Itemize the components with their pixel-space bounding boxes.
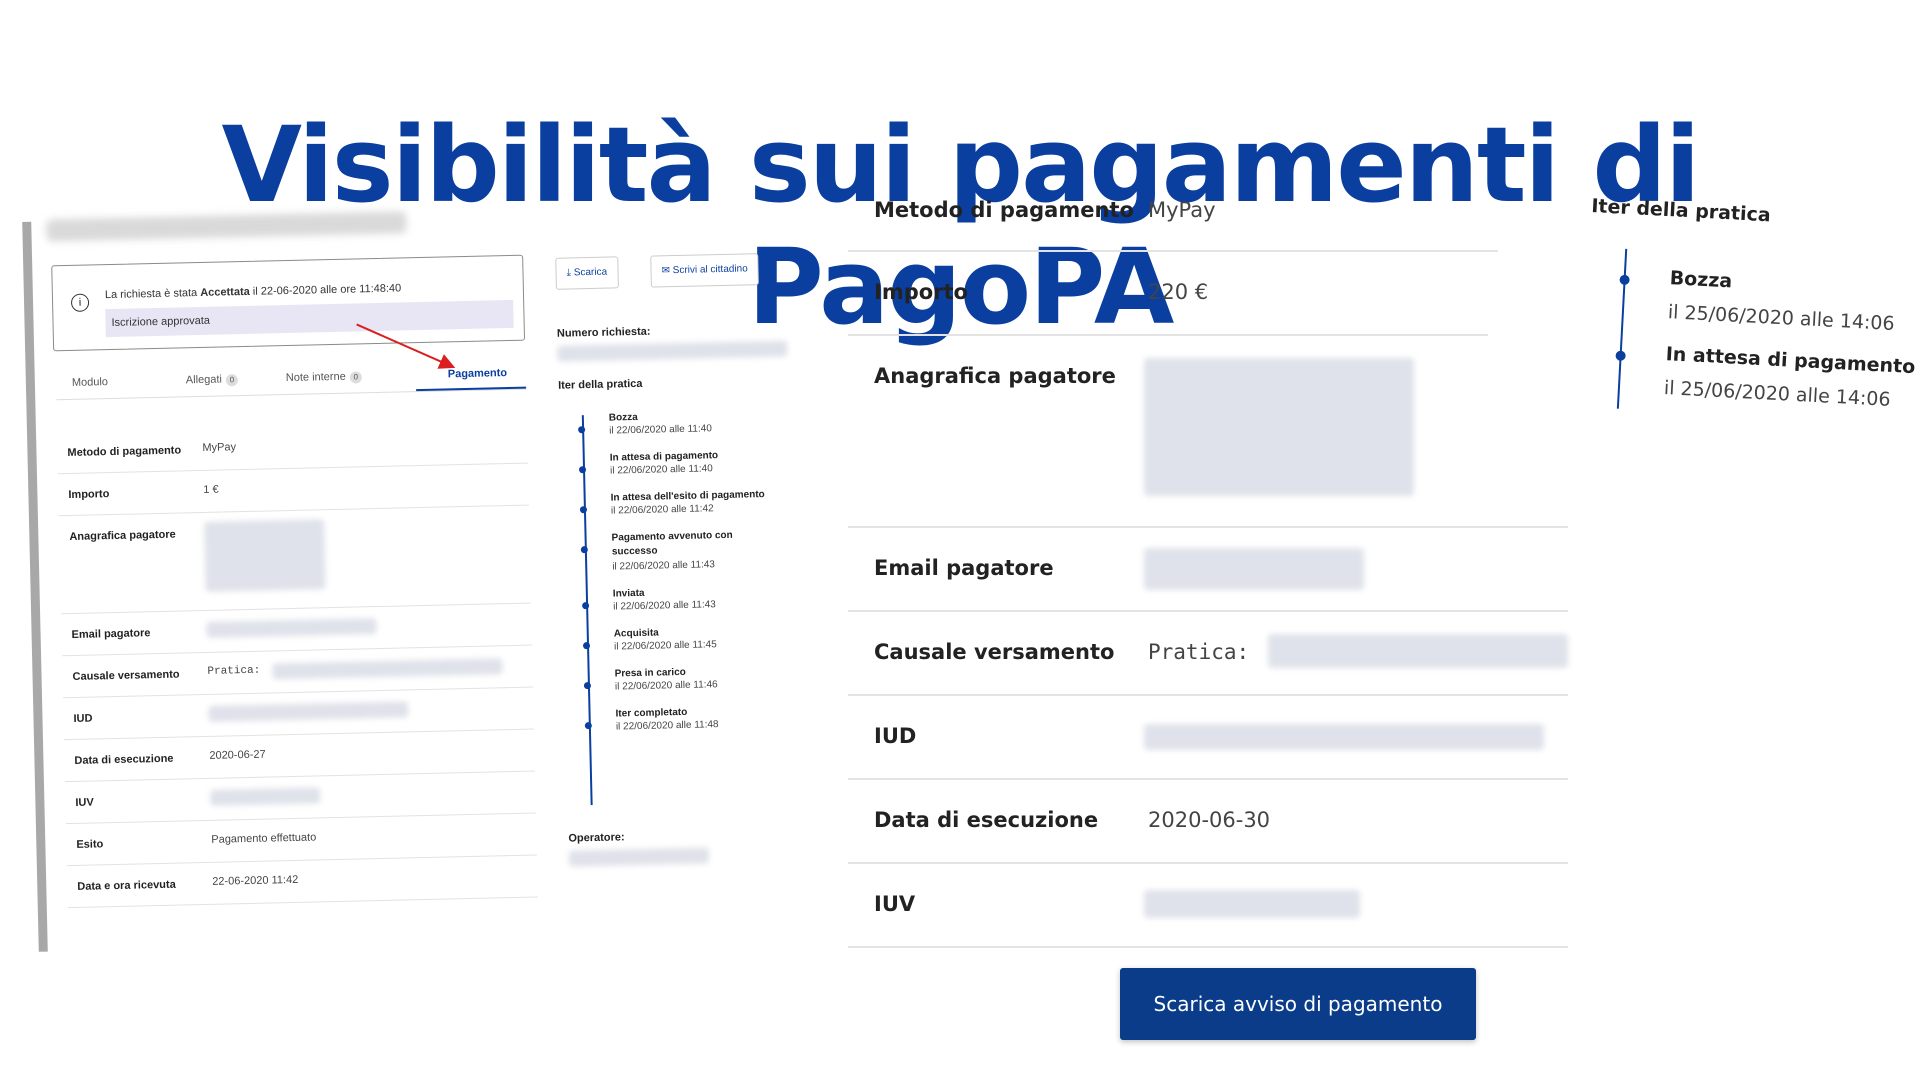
- redacted-value: [568, 847, 710, 867]
- tab-modulo[interactable]: Modulo: [72, 376, 108, 389]
- redacted-value: [204, 519, 326, 592]
- zoom-timeline: Iter della pratica Bozza il 25/06/2020 al…: [1590, 195, 1916, 411]
- screenshot-edge: [22, 221, 48, 952]
- tab-pagamento[interactable]: Pagamento: [448, 367, 508, 380]
- info-icon: i: [70, 293, 90, 312]
- timeline-dot: [1615, 350, 1626, 361]
- table-row: Anagrafica pagatore: [58, 504, 532, 615]
- tab-note-interne[interactable]: Note interne 0: [286, 370, 362, 385]
- redacted-value: [206, 618, 377, 638]
- operator-label: Operatore:: [568, 831, 625, 845]
- screenshot-panel: i La richiesta è stata Accettata il 22-0…: [22, 200, 559, 954]
- download-payment-notice-button[interactable]: Scarica avviso di pagamento: [1120, 968, 1476, 1040]
- redacted-value: [557, 340, 788, 362]
- screenshot-sidebar: ⤓ Scarica ✉ Scrivi al cittadino Numero r…: [545, 242, 830, 908]
- timeline-dot: [1619, 274, 1630, 286]
- timeline-label: Iter della pratica: [557, 377, 643, 392]
- notice-message: La richiesta è stata Accettata il 22-06-…: [104, 282, 402, 302]
- redacted-value: [1268, 634, 1568, 668]
- request-number-label: Numero richiesta:: [556, 325, 651, 340]
- active-tab-indicator: [416, 386, 527, 392]
- table-row: Data e ora ricevuta 22-06-2020 11:42: [66, 854, 538, 909]
- timeline-dot: [583, 682, 592, 690]
- table-row: Anagrafica pagatore: [848, 334, 1568, 528]
- notice-status: Accettata: [200, 285, 250, 299]
- mail-icon: ✉: [661, 265, 673, 277]
- redacted-value: [1144, 724, 1544, 750]
- redacted-value: [1144, 890, 1360, 918]
- count-badge: 0: [225, 374, 239, 387]
- redacted-value: [208, 701, 409, 722]
- write-citizen-button[interactable]: ✉ Scrivi al cittadino: [650, 253, 760, 288]
- table-row: Data di esecuzione 2020-06-30: [848, 778, 1568, 864]
- count-badge: 0: [349, 371, 362, 384]
- timeline-line: [1616, 248, 1628, 409]
- redacted-value: [1144, 548, 1364, 590]
- table-row: Causale versamento Pratica:: [848, 610, 1568, 696]
- timeline-line: [581, 415, 593, 806]
- table-row: Email pagatore: [848, 526, 1568, 612]
- redacted-value: [272, 658, 503, 680]
- table-row: Importo 220 €: [848, 250, 1488, 336]
- table-row: Metodo di pagamento MyPay: [848, 180, 1498, 252]
- table-row: IUV: [848, 862, 1568, 948]
- download-button[interactable]: ⤓ Scarica: [555, 256, 619, 290]
- redacted-value: [210, 787, 321, 806]
- tab-allegati[interactable]: Allegati 0: [186, 373, 239, 387]
- blurred-header: [46, 211, 407, 242]
- tab-bar: Modulo Allegati 0 Note interne 0 Pagamento: [55, 360, 527, 401]
- table-row: IUD: [848, 694, 1568, 780]
- redacted-value: [1144, 358, 1414, 496]
